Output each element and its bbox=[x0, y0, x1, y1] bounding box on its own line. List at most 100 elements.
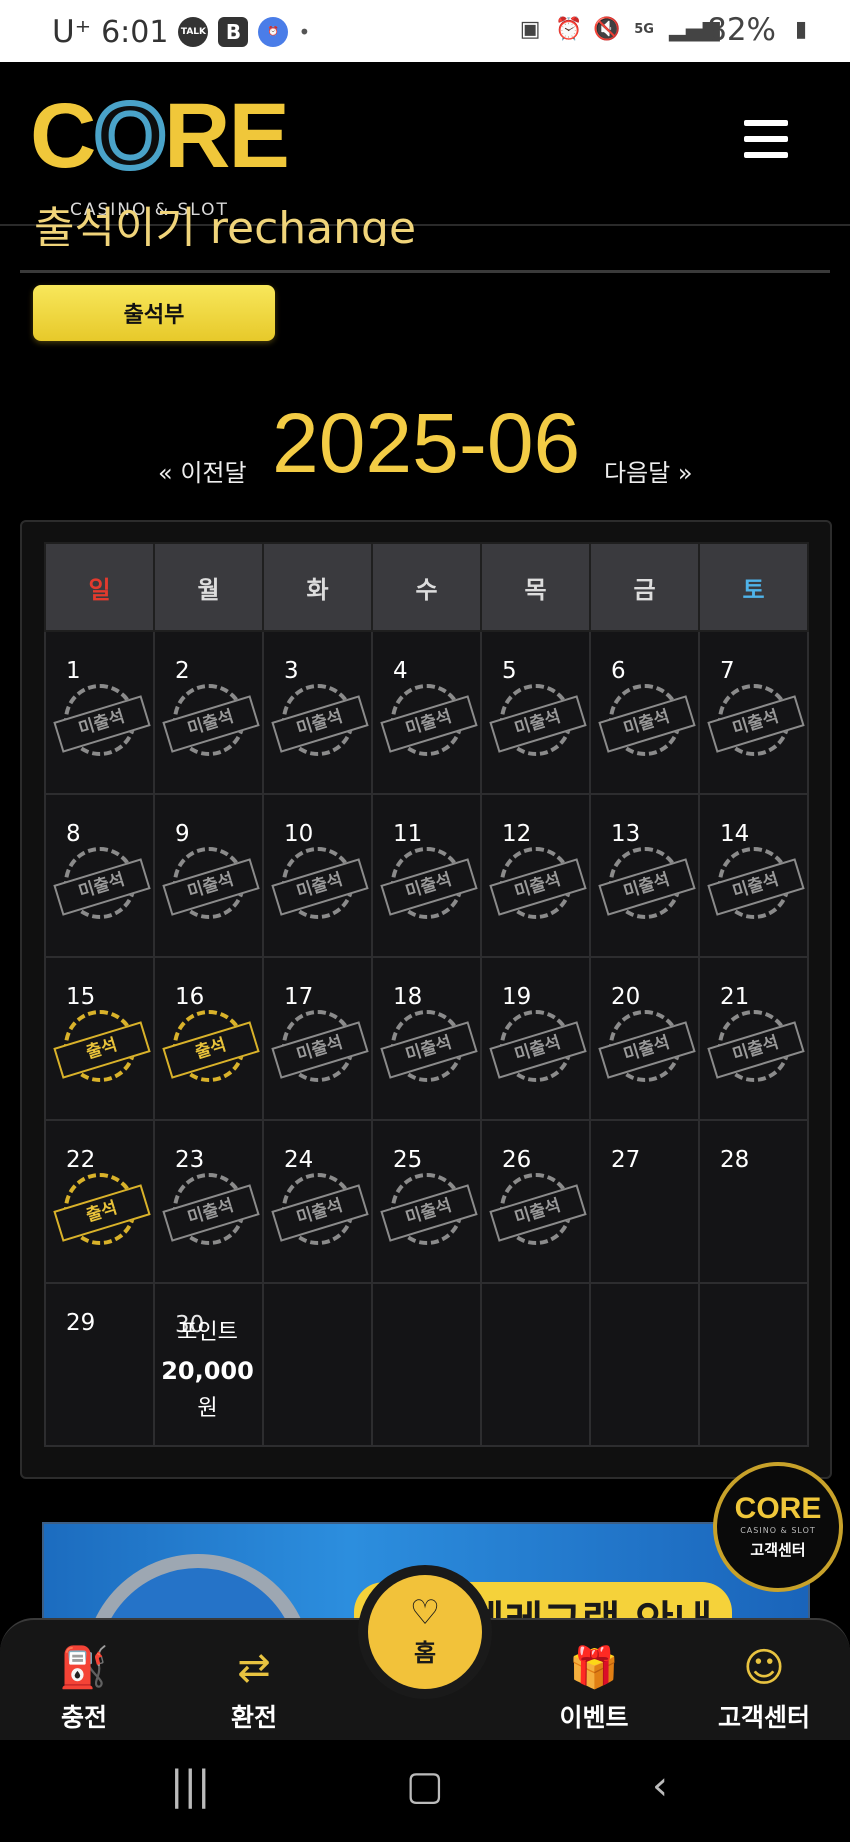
alarm-app-icon: ⏰ bbox=[258, 17, 289, 47]
stamp-label: 미출석 bbox=[162, 695, 260, 753]
day-number: 24 bbox=[284, 1147, 314, 1173]
gift-icon: 🎁 bbox=[569, 1645, 619, 1691]
stamp-label: 미출석 bbox=[489, 695, 587, 753]
weekday-sat: 토 bbox=[698, 542, 809, 632]
calendar-day-cell bbox=[262, 1282, 373, 1447]
calendar-week-row: 1 미출석 2 미출석 3 미출석 4 미출석 5 미출석 6 미출석 7 미출석 bbox=[44, 630, 809, 795]
status-bar: U⁺ 6:01 TALK B ⏰ • ▣ ⏰ 🔇 5G ▂▄▆ 82% ▮ bbox=[0, 0, 850, 62]
absent-stamp: 미출석 bbox=[598, 684, 696, 756]
stamp-label: 미출석 bbox=[598, 858, 696, 916]
nav-home-label: 홈 bbox=[413, 1639, 437, 1667]
calendar-day-cell: 13 미출석 bbox=[589, 793, 700, 958]
day-number: 27 bbox=[611, 1147, 641, 1173]
floating-support-button[interactable]: CORE CASINO & SLOT 고객센터 bbox=[713, 1462, 843, 1592]
weekday-wed: 수 bbox=[371, 542, 482, 632]
stamp-label: 출석 bbox=[162, 1021, 260, 1079]
stamp-label: 출석 bbox=[53, 1021, 151, 1079]
absent-stamp: 미출석 bbox=[489, 1010, 587, 1082]
calendar-day-cell bbox=[371, 1282, 482, 1447]
recent-apps-icon[interactable]: ||| bbox=[170, 1766, 210, 1806]
day-number: 22 bbox=[66, 1147, 96, 1173]
day-number: 6 bbox=[611, 658, 626, 684]
day-number: 13 bbox=[611, 821, 641, 847]
stamp-label: 미출석 bbox=[53, 858, 151, 916]
stamp-label: 미출석 bbox=[271, 695, 369, 753]
absent-stamp: 미출석 bbox=[53, 684, 151, 756]
stamp-label: 미출석 bbox=[162, 1184, 260, 1242]
absent-stamp: 미출석 bbox=[162, 684, 260, 756]
day-number: 23 bbox=[175, 1147, 205, 1173]
absent-stamp: 미출석 bbox=[380, 1010, 478, 1082]
day-number: 9 bbox=[175, 821, 190, 847]
calendar-day-cell: 22 출석 bbox=[44, 1119, 155, 1284]
absent-stamp: 미출석 bbox=[271, 684, 369, 756]
calendar-day-cell: 28 bbox=[698, 1119, 809, 1284]
stamp-label: 미출석 bbox=[380, 695, 478, 753]
day-number: 1 bbox=[66, 658, 81, 684]
day-number: 16 bbox=[175, 984, 205, 1010]
stamp-label: 미출석 bbox=[380, 858, 478, 916]
calendar-week-row: 22 출석 23 미출석 24 미출석 25 미출석 26 미출석 27 28 bbox=[44, 1119, 809, 1284]
nav-exchange-label: 환전 bbox=[230, 1703, 277, 1732]
carrier-label: U⁺ bbox=[52, 14, 92, 50]
calendar-day-cell: 21 미출석 bbox=[698, 956, 809, 1121]
attended-stamp: 출석 bbox=[53, 1173, 151, 1245]
absent-stamp: 미출석 bbox=[707, 847, 805, 919]
calendar-day-cell: 10 미출석 bbox=[262, 793, 373, 958]
next-month-link[interactable]: 다음달 » bbox=[604, 453, 693, 488]
calendar-day-cell: 26 미출석 bbox=[480, 1119, 591, 1284]
nav-charge[interactable]: ⛽ 충전 bbox=[24, 1640, 144, 1734]
day-number: 18 bbox=[393, 984, 423, 1010]
day-number: 5 bbox=[502, 658, 517, 684]
stamp-label: 미출석 bbox=[53, 695, 151, 753]
page-title: 출석이기 rechange bbox=[34, 203, 417, 246]
stamp-label: 미출석 bbox=[380, 1184, 478, 1242]
absent-stamp: 미출석 bbox=[489, 684, 587, 756]
calendar-day-cell: 24 미출석 bbox=[262, 1119, 373, 1284]
stamp-label: 미출석 bbox=[162, 858, 260, 916]
menu-icon[interactable] bbox=[744, 120, 788, 160]
nav-support[interactable]: ☺ 고객센터 bbox=[704, 1640, 824, 1734]
stamp-label: 미출석 bbox=[707, 858, 805, 916]
calendar-day-cell: 12 미출석 bbox=[480, 793, 591, 958]
absent-stamp: 미출석 bbox=[489, 1173, 587, 1245]
calendar-day-cell: 15 출석 bbox=[44, 956, 155, 1121]
home-icon: ♡ bbox=[409, 1593, 441, 1633]
day-number: 3 bbox=[284, 658, 299, 684]
system-navigation-bar: ||| ▢ ‹ bbox=[0, 1740, 850, 1842]
core-logo[interactable]: CORE CASINO & SLOT bbox=[30, 87, 290, 220]
absent-stamp: 미출석 bbox=[707, 1010, 805, 1082]
home-system-icon[interactable]: ▢ bbox=[406, 1766, 444, 1806]
point-note-line2: 20,000 bbox=[161, 1357, 254, 1385]
nav-exchange[interactable]: ⇄ 환전 bbox=[194, 1640, 314, 1734]
calendar-day-cell: 2 미출석 bbox=[153, 630, 264, 795]
day-number: 17 bbox=[284, 984, 314, 1010]
home-button[interactable]: ♡ 홈 bbox=[368, 1575, 482, 1689]
month-navigation: « 이전달 2025-06 다음달 » bbox=[0, 395, 850, 495]
absent-stamp: 미출석 bbox=[162, 847, 260, 919]
calendar-day-cell: 30 포인트 20,000 원 bbox=[153, 1282, 264, 1447]
weekday-thu: 목 bbox=[480, 542, 591, 632]
signal-icon: ▂▄▆ bbox=[669, 17, 720, 42]
nav-home[interactable]: ♡ 홈 bbox=[358, 1565, 492, 1699]
absent-stamp: 미출석 bbox=[271, 1010, 369, 1082]
absent-stamp: 미출석 bbox=[380, 1173, 478, 1245]
day-number: 10 bbox=[284, 821, 314, 847]
attendance-calendar: 일 월 화 수 목 금 토 1 미출석 2 미출석 3 미출석 4 미출석 5 미출석 6 미출석 7 미… bbox=[20, 520, 832, 1479]
sim-icon: ▣ bbox=[519, 17, 541, 42]
absent-stamp: 미출석 bbox=[271, 847, 369, 919]
day-number: 14 bbox=[720, 821, 750, 847]
absent-stamp: 미출석 bbox=[489, 847, 587, 919]
attendance-button[interactable]: 출석부 bbox=[33, 285, 275, 341]
nav-event[interactable]: 🎁 이벤트 bbox=[534, 1640, 654, 1734]
calendar-day-cell bbox=[480, 1282, 591, 1447]
calendar-day-cell: 14 미출석 bbox=[698, 793, 809, 958]
prev-month-link[interactable]: « 이전달 bbox=[158, 453, 247, 488]
calendar-day-cell: 19 미출석 bbox=[480, 956, 591, 1121]
day-number: 19 bbox=[502, 984, 532, 1010]
stamp-label: 미출석 bbox=[707, 695, 805, 753]
support-logo-sub: CASINO & SLOT bbox=[740, 1526, 816, 1535]
battery-icon: ▮ bbox=[794, 17, 808, 42]
back-icon[interactable]: ‹ bbox=[652, 1766, 668, 1806]
exchange-icon: ⇄ bbox=[237, 1645, 271, 1691]
